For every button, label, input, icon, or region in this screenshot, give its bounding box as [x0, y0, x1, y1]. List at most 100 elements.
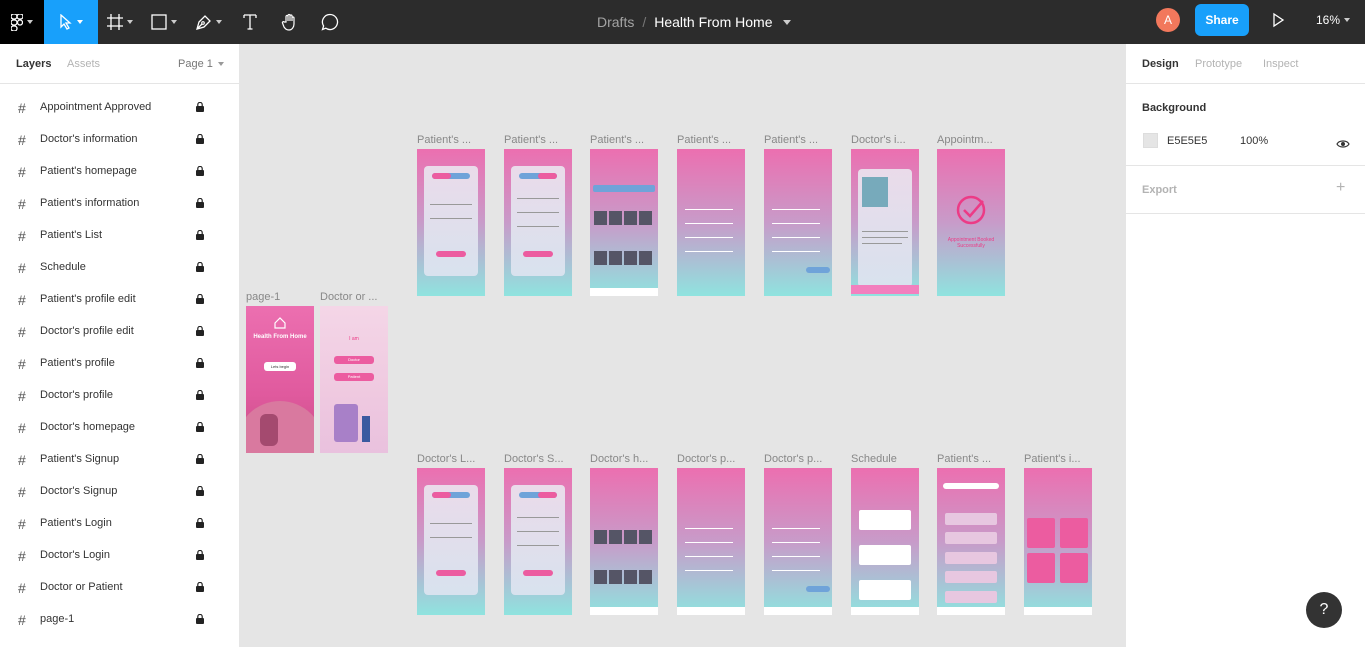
lock-icon[interactable]	[196, 261, 204, 272]
lock-icon[interactable]	[196, 293, 204, 304]
pen-tool-button[interactable]	[186, 0, 230, 44]
frame-page-1[interactable]: Health From Home Lets begin	[246, 306, 314, 453]
lock-icon[interactable]	[196, 133, 204, 144]
lock-icon[interactable]	[196, 421, 204, 432]
breadcrumb-drafts[interactable]: Drafts	[597, 14, 634, 30]
frame-label[interactable]: page-1	[246, 291, 280, 303]
lock-icon[interactable]	[196, 101, 204, 112]
layer-item[interactable]: # Doctor's information	[0, 124, 239, 156]
background-opacity-input[interactable]: 100%	[1240, 135, 1268, 147]
frame-label[interactable]: Doctor's p...	[764, 453, 822, 465]
present-button[interactable]	[1270, 12, 1286, 28]
frame-patients-list[interactable]	[937, 468, 1005, 615]
chevron-down-icon	[127, 20, 133, 24]
frame-label[interactable]: Doctor or ...	[320, 291, 377, 303]
background-hex-input[interactable]: E5E5E5	[1167, 135, 1207, 147]
frame-label[interactable]: Doctor's S...	[504, 453, 564, 465]
lock-icon[interactable]	[196, 613, 204, 624]
layer-item[interactable]: # Doctor's homepage	[0, 412, 239, 444]
frame-label[interactable]: Appointm...	[937, 134, 993, 146]
layer-item[interactable]: # Doctor's Login	[0, 540, 239, 572]
frame-doctor-homepage[interactable]	[590, 468, 658, 615]
tab-prototype[interactable]: Prototype	[1195, 58, 1242, 70]
canvas[interactable]: Patient's ... Patient's ... Patient's ..…	[240, 44, 1125, 647]
frame-doctor-profile-edit[interactable]	[764, 468, 832, 615]
i-am-text: I am	[349, 336, 359, 342]
frame-patient-signup[interactable]	[504, 149, 572, 296]
frame-patient-login[interactable]	[417, 149, 485, 296]
lock-icon[interactable]	[196, 485, 204, 496]
tab-assets[interactable]: Assets	[67, 58, 100, 70]
frame-patients-information[interactable]	[1024, 468, 1092, 615]
layer-item[interactable]: # Doctor's profile	[0, 380, 239, 412]
frame-label[interactable]: Patient's ...	[590, 134, 644, 146]
frame-doctors-information[interactable]	[851, 149, 919, 296]
frame-label[interactable]: Patient's ...	[937, 453, 991, 465]
lock-icon[interactable]	[196, 229, 204, 240]
file-name[interactable]: Health From Home	[654, 14, 772, 30]
layer-item[interactable]: # Patient's Login	[0, 508, 239, 540]
layer-item[interactable]: # page-1	[0, 604, 239, 636]
lock-icon[interactable]	[196, 453, 204, 464]
field-line	[772, 223, 820, 224]
frame-doctor-profile[interactable]	[677, 468, 745, 615]
layer-item[interactable]: # Schedule	[0, 252, 239, 284]
lock-icon[interactable]	[196, 165, 204, 176]
layer-item[interactable]: # Patient's Signup	[0, 444, 239, 476]
lock-icon[interactable]	[196, 581, 204, 592]
layer-item[interactable]: # Patient's homepage	[0, 156, 239, 188]
layer-item[interactable]: # Doctor's profile edit	[0, 316, 239, 348]
text-tool-button[interactable]	[230, 0, 270, 44]
frame-patient-profile-edit[interactable]	[764, 149, 832, 296]
shape-tool-button[interactable]	[142, 0, 186, 44]
frame-label[interactable]: Schedule	[851, 453, 897, 465]
background-swatch[interactable]	[1143, 133, 1158, 148]
zoom-dropdown[interactable]: 16%	[1316, 0, 1351, 40]
lock-icon[interactable]	[196, 357, 204, 368]
frame-label[interactable]: Patient's ...	[764, 134, 818, 146]
lock-icon[interactable]	[196, 517, 204, 528]
eye-icon[interactable]	[1336, 136, 1350, 148]
layer-item[interactable]: # Doctor or Patient	[0, 572, 239, 604]
main-menu-button[interactable]	[0, 0, 44, 44]
lock-icon[interactable]	[196, 549, 204, 560]
frame-label[interactable]: Patient's ...	[504, 134, 558, 146]
comment-tool-button[interactable]	[310, 0, 350, 44]
frame-doctor-login[interactable]	[417, 468, 485, 615]
layer-item[interactable]: # Patient's information	[0, 188, 239, 220]
tab-inspect[interactable]: Inspect	[1263, 58, 1298, 70]
frame-label[interactable]: Doctor's h...	[590, 453, 648, 465]
share-button[interactable]: Share	[1195, 4, 1249, 36]
lock-icon[interactable]	[196, 197, 204, 208]
frame-appointment-approved[interactable]: Appointment Booked Successfully	[937, 149, 1005, 296]
tab-layers[interactable]: Layers	[16, 58, 51, 70]
frame-patient-profile[interactable]	[677, 149, 745, 296]
lock-icon[interactable]	[196, 389, 204, 400]
lock-icon[interactable]	[196, 325, 204, 336]
layer-item[interactable]: # Patient's profile edit	[0, 284, 239, 316]
layer-item[interactable]: # Patient's List	[0, 220, 239, 252]
frame-label[interactable]: Doctor's p...	[677, 453, 735, 465]
layer-item[interactable]: # Doctor's Signup	[0, 476, 239, 508]
frame-doctor-or-patient[interactable]: I am Doctor Patient	[320, 306, 388, 453]
hand-tool-button[interactable]	[270, 0, 310, 44]
tab-design[interactable]: Design	[1142, 58, 1179, 70]
help-button[interactable]: ?	[1306, 592, 1342, 628]
frame-label[interactable]: Doctor's i...	[851, 134, 906, 146]
frame-label[interactable]: Doctor's L...	[417, 453, 475, 465]
frame-patient-homepage[interactable]	[590, 149, 658, 296]
page-selector[interactable]: Page 1	[178, 58, 224, 70]
add-export-button[interactable]: +	[1336, 180, 1345, 196]
layer-item[interactable]: # Patient's profile	[0, 348, 239, 380]
frame-doctor-signup[interactable]	[504, 468, 572, 615]
frame-tool-button[interactable]	[98, 0, 142, 44]
chevron-down-icon[interactable]	[782, 19, 791, 25]
frame-schedule[interactable]	[851, 468, 919, 615]
frame-label[interactable]: Patient's i...	[1024, 453, 1081, 465]
frame-label[interactable]: Patient's ...	[417, 134, 471, 146]
move-tool-button[interactable]	[44, 0, 98, 44]
field-line	[772, 542, 820, 543]
frame-label[interactable]: Patient's ...	[677, 134, 731, 146]
avatar[interactable]: A	[1156, 8, 1180, 32]
layer-item[interactable]: # Appointment Approved	[0, 92, 239, 124]
